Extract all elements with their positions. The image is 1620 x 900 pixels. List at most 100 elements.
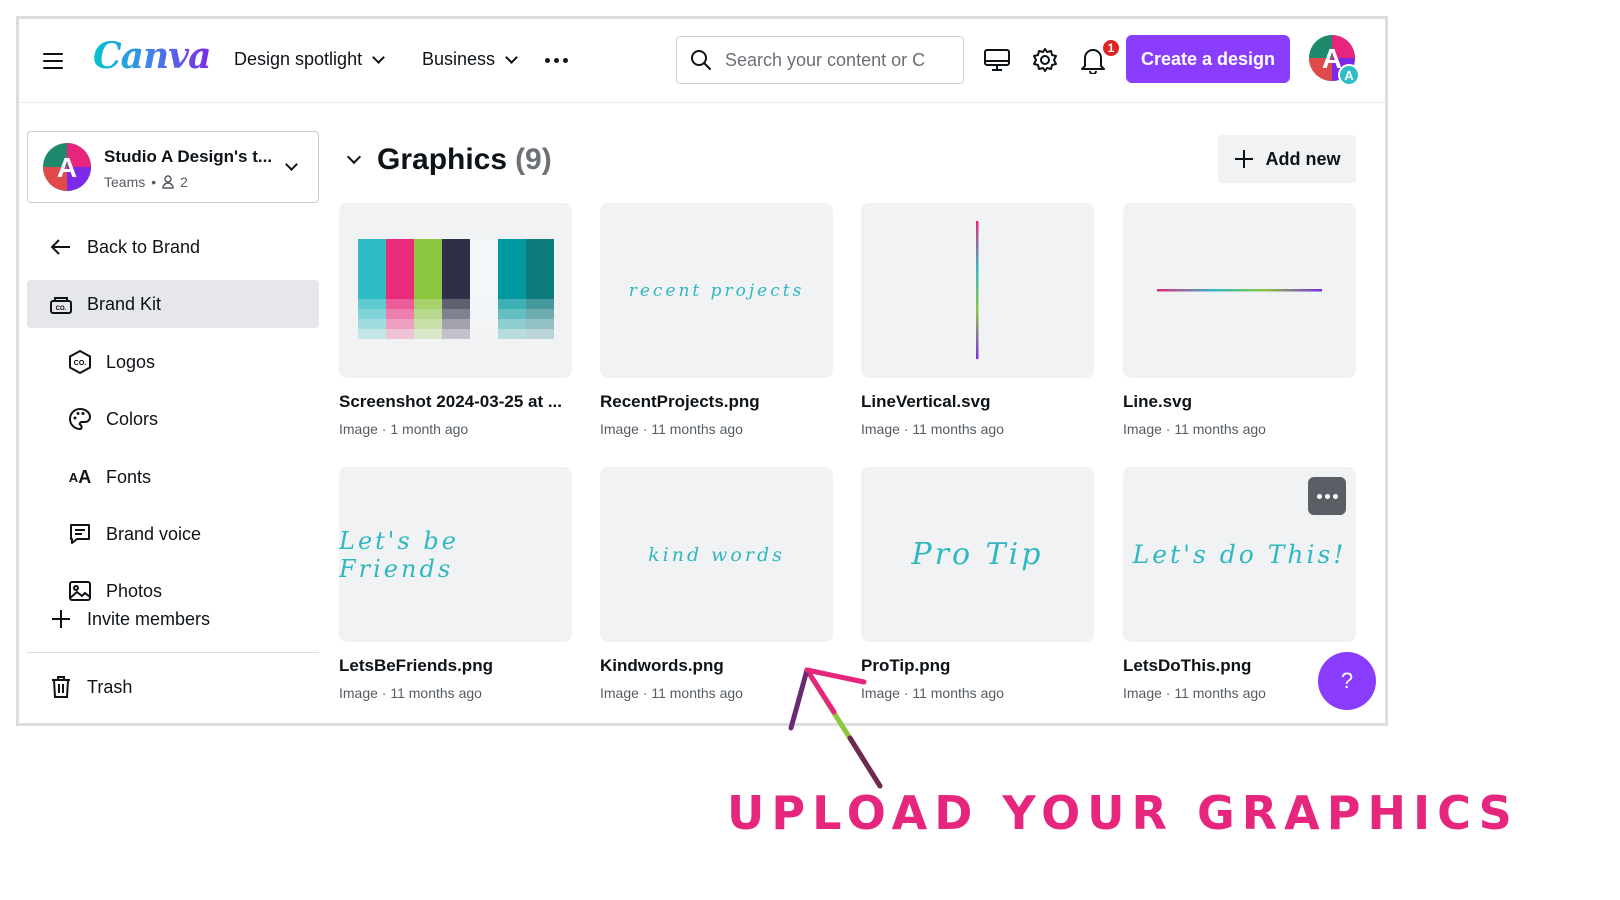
- color-tint: [414, 299, 442, 309]
- logos-label: Logos: [106, 351, 156, 372]
- color-tint: [470, 319, 498, 329]
- notification-badge: 1: [1101, 38, 1121, 58]
- horizontal-line-preview: [1157, 289, 1322, 292]
- nav-design-spotlight[interactable]: Design spotlight: [234, 49, 385, 70]
- search-input[interactable]: [725, 49, 925, 71]
- desktop-app-icon[interactable]: [981, 44, 1013, 76]
- fonts-icon: AA: [68, 466, 92, 487]
- color-tint: [526, 299, 554, 309]
- graphic-thumbnail[interactable]: kind words: [600, 467, 833, 642]
- brand-voice-icon: [66, 520, 94, 548]
- plus-icon: [47, 605, 75, 633]
- graphic-card[interactable]: Pro Tip ProTip.png Image · 11 months ago: [861, 467, 1094, 701]
- color-palette-swatches: [358, 239, 554, 339]
- color-tint: [442, 319, 470, 329]
- chevron-down-icon: [346, 149, 362, 165]
- color-tint: [498, 329, 526, 339]
- color-swatch: [498, 239, 526, 299]
- annotation-arrow: [788, 667, 883, 789]
- back-to-brand-link[interactable]: Back to Brand: [47, 223, 200, 271]
- graphic-thumbnail[interactable]: recent projects: [600, 203, 833, 378]
- arrow-left-icon: [47, 233, 75, 261]
- script-text-preview: Let's be Friends: [339, 526, 459, 583]
- colors-label: Colors: [106, 408, 159, 429]
- graphic-thumbnail[interactable]: Pro Tip: [861, 467, 1094, 642]
- sidebar-item-brand-voice[interactable]: Brand voice: [66, 510, 201, 558]
- color-tint: [442, 329, 470, 339]
- plus-icon: [1234, 150, 1253, 168]
- graphic-title[interactable]: ProTip.png: [861, 656, 1094, 676]
- user-avatar[interactable]: A A: [1308, 34, 1360, 86]
- sidebar-item-colors[interactable]: Colors: [66, 395, 158, 443]
- help-button[interactable]: ?: [1318, 652, 1376, 710]
- graphic-title[interactable]: Screenshot 2024-03-25 at ...: [339, 392, 572, 412]
- create-design-button[interactable]: Create a design: [1126, 35, 1290, 83]
- fonts-label: Fonts: [106, 466, 152, 487]
- graphic-meta: Image · 11 months ago: [600, 421, 743, 437]
- top-bar: Canva Design spotlight Business 1 Create…: [19, 19, 1385, 103]
- graphic-title[interactable]: LetsBeFriends.png: [339, 656, 572, 676]
- color-tint: [414, 329, 442, 339]
- color-tint: [414, 309, 442, 319]
- trash-label: Trash: [87, 676, 133, 697]
- graphic-thumbnail[interactable]: [861, 203, 1094, 378]
- sidebar-item-fonts[interactable]: AA Fonts: [66, 453, 151, 501]
- graphic-thumbnail[interactable]: Let's do This!: [1123, 467, 1356, 642]
- color-swatch: [358, 239, 386, 299]
- graphic-card[interactable]: recent projects RecentProjects.png Image…: [600, 203, 833, 437]
- canva-window: Canva Design spotlight Business 1 Create…: [16, 16, 1388, 726]
- team-avatar: A: [42, 142, 92, 192]
- color-tint: [526, 319, 554, 329]
- team-member-count: 2: [180, 174, 188, 190]
- invite-members-link[interactable]: Invite members: [47, 595, 210, 643]
- color-tint: [470, 309, 498, 319]
- graphic-meta: Image · 11 months ago: [861, 421, 1004, 437]
- settings-gear-icon[interactable]: [1029, 44, 1061, 76]
- color-swatch: [414, 239, 442, 299]
- graphic-card[interactable]: Let's be Friends LetsBeFriends.png Image…: [339, 467, 572, 701]
- graphic-title[interactable]: RecentProjects.png: [600, 392, 833, 412]
- graphic-title[interactable]: Line.svg: [1123, 392, 1356, 412]
- section-count: (9): [515, 143, 552, 176]
- color-tint: [442, 299, 470, 309]
- color-tint: [498, 299, 526, 309]
- graphic-thumbnail[interactable]: [339, 203, 572, 378]
- team-subtitle: Teams • 2: [104, 174, 188, 190]
- script-text-preview: recent projects: [628, 280, 805, 301]
- search-icon: [691, 50, 711, 70]
- color-tint: [386, 329, 414, 339]
- graphic-card[interactable]: Line.svg Image · 11 months ago: [1123, 203, 1356, 437]
- graphic-thumbnail[interactable]: Let's be Friends: [339, 467, 572, 642]
- back-to-brand-label: Back to Brand: [87, 236, 201, 257]
- logo-icon: CO.: [66, 348, 94, 376]
- graphic-meta: Image · 1 month ago: [339, 421, 469, 437]
- color-tint: [526, 309, 554, 319]
- team-type: Teams: [104, 174, 146, 190]
- annotation-caption: UPLOAD YOUR GRAPHICS: [727, 786, 1519, 840]
- invite-members-label: Invite members: [87, 608, 211, 629]
- graphics-section-header[interactable]: Graphics (9): [346, 143, 552, 177]
- graphic-card[interactable]: Screenshot 2024-03-25 at ... Image · 1 m…: [339, 203, 572, 437]
- vertical-line-preview: [976, 221, 979, 359]
- more-options-icon[interactable]: [545, 58, 568, 63]
- graphic-thumbnail[interactable]: [1123, 203, 1356, 378]
- color-tint: [442, 309, 470, 319]
- menu-icon[interactable]: [43, 53, 63, 69]
- search-box[interactable]: [676, 36, 964, 84]
- dot-separator: •: [151, 174, 157, 190]
- team-switcher[interactable]: A Studio A Design's t... Teams • 2: [27, 131, 319, 203]
- card-more-options-button[interactable]: [1308, 477, 1346, 515]
- sidebar-item-brand-kit[interactable]: CO. Brand Kit: [27, 280, 319, 328]
- graphic-title[interactable]: LineVertical.svg: [861, 392, 1094, 412]
- chevron-down-icon: [285, 158, 298, 171]
- person-icon: [162, 175, 174, 189]
- trash-link[interactable]: Trash: [47, 663, 132, 711]
- graphic-card[interactable]: LineVertical.svg Image · 11 months ago: [861, 203, 1094, 437]
- canva-logo[interactable]: Canva: [93, 35, 211, 77]
- nav-business[interactable]: Business: [422, 49, 518, 70]
- section-title: Graphics: [377, 143, 508, 176]
- color-swatch: [526, 239, 554, 299]
- sidebar-item-logos[interactable]: CO. Logos: [66, 338, 155, 386]
- add-new-button[interactable]: Add new: [1218, 135, 1356, 183]
- svg-text:CO.: CO.: [56, 306, 67, 312]
